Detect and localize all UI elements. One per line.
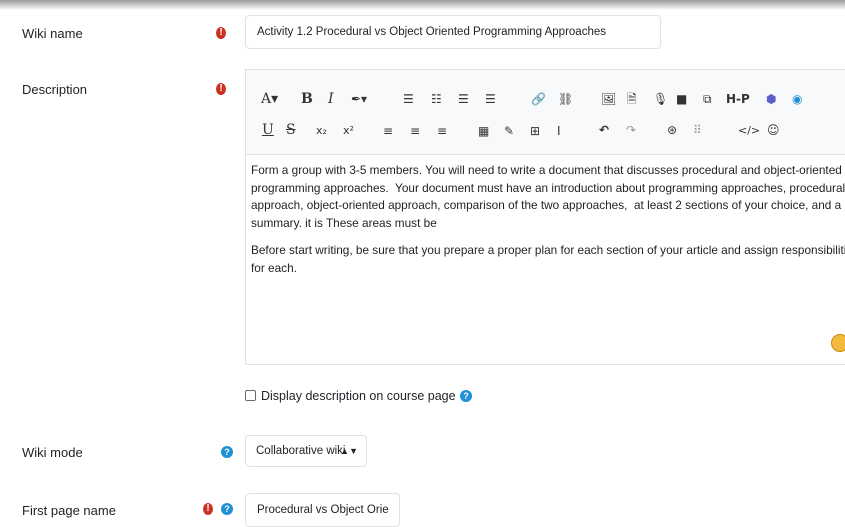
display-description-label: Display description on course page <box>261 389 456 403</box>
description-label: Description <box>22 82 88 97</box>
help-icon[interactable]: ? <box>221 503 233 515</box>
italic-button[interactable]: I <box>328 91 334 107</box>
description-editor[interactable]: A▾ B I ✒▾ ☰ ☷ ☰ ☰ 🔗 ⛓ 🖼 🗎 🎙 ■ ⧉ H-P ⬢ ◉ … <box>245 69 845 365</box>
media-icon[interactable]: 🗎 <box>627 91 637 107</box>
select-caret-icon: ▲▼ <box>340 446 358 456</box>
video-icon[interactable]: ■ <box>676 91 687 107</box>
screenreader-helper-icon[interactable]: ⠿ <box>693 122 702 138</box>
required-icon: ! <box>203 503 213 515</box>
editor-toolbar: A▾ B I ✒▾ ☰ ☷ ☰ ☰ 🔗 ⛓ 🖼 🗎 🎙 ■ ⧉ H-P ⬢ ◉ … <box>246 70 845 155</box>
emoji-picker-icon[interactable]: ☺ <box>767 122 780 138</box>
link-icon[interactable]: 🔗 <box>531 91 546 107</box>
outdent-icon[interactable]: ☰ <box>458 91 469 107</box>
top-shadow <box>0 0 845 10</box>
bold-button[interactable]: B <box>301 91 313 107</box>
required-icon: ! <box>216 27 226 39</box>
manage-files-icon[interactable]: ⧉ <box>703 91 712 107</box>
align-right-icon[interactable]: ≡ <box>437 123 447 139</box>
clear-formatting-icon[interactable]: I <box>557 123 561 139</box>
redo-icon[interactable]: ↷ <box>626 122 636 138</box>
info-circle-icon[interactable]: ◉ <box>792 91 802 107</box>
wiki-name-input[interactable]: Activity 1.2 Procedural vs Object Orient… <box>245 15 661 49</box>
strikethrough-button[interactable]: S <box>286 122 296 138</box>
h5p-button[interactable]: H-P <box>726 91 750 107</box>
subscript-button[interactable]: x₂ <box>316 123 327 139</box>
wiki-mode-label: Wiki mode <box>22 445 83 460</box>
description-paragraph: Before start writing, be sure that you p… <box>251 243 845 275</box>
align-center-icon[interactable]: ≡ <box>410 123 420 139</box>
grammar-assistant-icon[interactable] <box>831 334 845 352</box>
teams-icon[interactable]: ⬢ <box>766 91 776 107</box>
undo-icon[interactable]: ↶ <box>599 122 609 138</box>
ordered-list-icon[interactable]: ☷ <box>431 91 442 107</box>
html-source-button[interactable]: </> <box>738 123 760 139</box>
equation-icon[interactable]: ▦ <box>478 123 489 139</box>
underline-button[interactable]: U <box>262 122 274 138</box>
font-size-button[interactable]: A▾ <box>261 91 278 107</box>
help-icon[interactable]: ? <box>221 446 233 458</box>
table-icon[interactable]: ⊞ <box>530 123 540 139</box>
help-icon[interactable]: ? <box>460 390 472 402</box>
microphone-icon[interactable]: 🎙 <box>653 91 668 107</box>
font-color-button[interactable]: ✒▾ <box>351 91 367 107</box>
first-page-name-label: First page name <box>22 503 116 518</box>
unlink-icon[interactable]: ⛓ <box>558 91 573 107</box>
unordered-list-icon[interactable]: ☰ <box>403 91 414 107</box>
wiki-mode-select[interactable]: Collaborative wiki ▲▼ <box>245 435 367 467</box>
wiki-name-label: Wiki name <box>22 26 83 41</box>
align-left-icon[interactable]: ≡ <box>383 123 393 139</box>
accessibility-checker-icon[interactable]: ⊛ <box>667 122 677 138</box>
description-paragraph: Form a group with 3-5 members. You will … <box>251 163 845 230</box>
wiki-mode-value: Collaborative wiki <box>256 445 346 457</box>
superscript-button[interactable]: x² <box>343 123 354 139</box>
description-content[interactable]: Form a group with 3-5 members. You will … <box>251 162 845 287</box>
indent-icon[interactable]: ☰ <box>485 91 496 107</box>
display-description-checkbox[interactable] <box>245 390 256 401</box>
special-characters-icon[interactable]: ✎ <box>504 123 514 139</box>
image-icon[interactable]: 🖼 <box>601 91 616 107</box>
required-icon: ! <box>216 83 226 95</box>
